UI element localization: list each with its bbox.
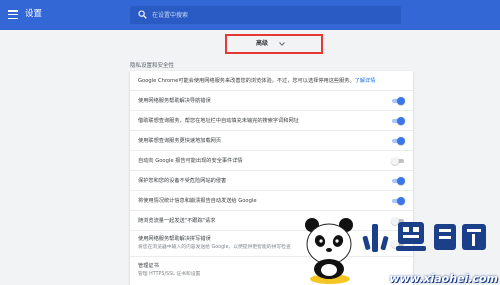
search-suggest-toggle[interactable]	[391, 117, 405, 125]
setting-row-safe-browsing[interactable]: 保护您和您的设备不受危险网站的侵害	[130, 171, 413, 191]
preload-toggle[interactable]	[391, 137, 405, 145]
setting-row-usage-stats[interactable]: 将使用情况统计信息和崩溃报告自动发送给 Google	[130, 191, 413, 211]
advanced-toggle-button[interactable]: 高级	[225, 34, 323, 54]
setting-row-security-report[interactable]: 自动向 Google 报告可能出现的安全事件详情	[130, 151, 413, 171]
watermark-logo: www.xiaohei.com	[300, 212, 500, 285]
learn-more-link[interactable]: 了解详情	[355, 78, 376, 84]
search-icon	[138, 10, 147, 19]
setting-row-preload[interactable]: 使用联想查询服务更快速地加载网页	[130, 131, 413, 151]
setting-label: 随浏览流量一起发送"不跟踪"请求	[138, 218, 216, 224]
setting-row-search-suggest[interactable]: 借助联想查询服务，帮您在地址栏中自动填充未输完的搜索字词和网址	[130, 111, 413, 131]
page-title: 设置	[25, 9, 43, 19]
setting-label: 使用联想查询服务更快速地加载网页	[138, 138, 222, 144]
setting-label: 自动向 Google 报告可能出现的安全事件详情	[138, 158, 243, 164]
setting-sublabel: 管理 HTTPS/SSL 证书和设置	[138, 272, 201, 277]
search-input[interactable]	[152, 8, 392, 22]
privacy-intro-row: Google Chrome可能会使用网络服务来改善您的浏览体验。不过，您可以选择…	[130, 71, 413, 91]
privacy-section-title: 隐私设置和安全性	[130, 63, 175, 69]
safe-browsing-toggle[interactable]	[391, 177, 405, 185]
usage-stats-toggle[interactable]	[391, 197, 405, 205]
search-box[interactable]	[130, 6, 401, 24]
setting-label: 将使用情况统计信息和崩溃报告自动发送给 Google	[138, 198, 257, 204]
setting-label: 使用网络服务帮助解决拼写错误	[138, 236, 211, 242]
chevron-down-icon	[279, 42, 285, 46]
security-report-toggle[interactable]	[391, 157, 405, 165]
setting-row-nav-errors[interactable]: 使用网络服务帮助解决导航错误	[130, 91, 413, 111]
top-bar: 设置	[0, 0, 500, 30]
setting-label: 管理证书	[138, 263, 159, 269]
setting-label: 使用网络服务帮助解决导航错误	[138, 98, 211, 104]
setting-label: 保护您和您的设备不受危险网站的侵害	[138, 178, 227, 184]
setting-label: 借助联想查询服务，帮您在地址栏中自动填充未输完的搜索字词和网址	[138, 118, 299, 124]
menu-icon[interactable]	[8, 10, 18, 20]
advanced-label: 高级	[256, 40, 269, 47]
setting-sublabel: 将您在浏览器中输入的内容发送给 Google，以便提供更智能的拼写检查	[138, 245, 291, 250]
nav-errors-toggle[interactable]	[391, 97, 405, 105]
privacy-intro-text: Google Chrome可能会使用网络服务来改善您的浏览体验。不过，您可以选择…	[138, 78, 355, 84]
watermark-url: www.xiaohei.com	[389, 272, 498, 285]
